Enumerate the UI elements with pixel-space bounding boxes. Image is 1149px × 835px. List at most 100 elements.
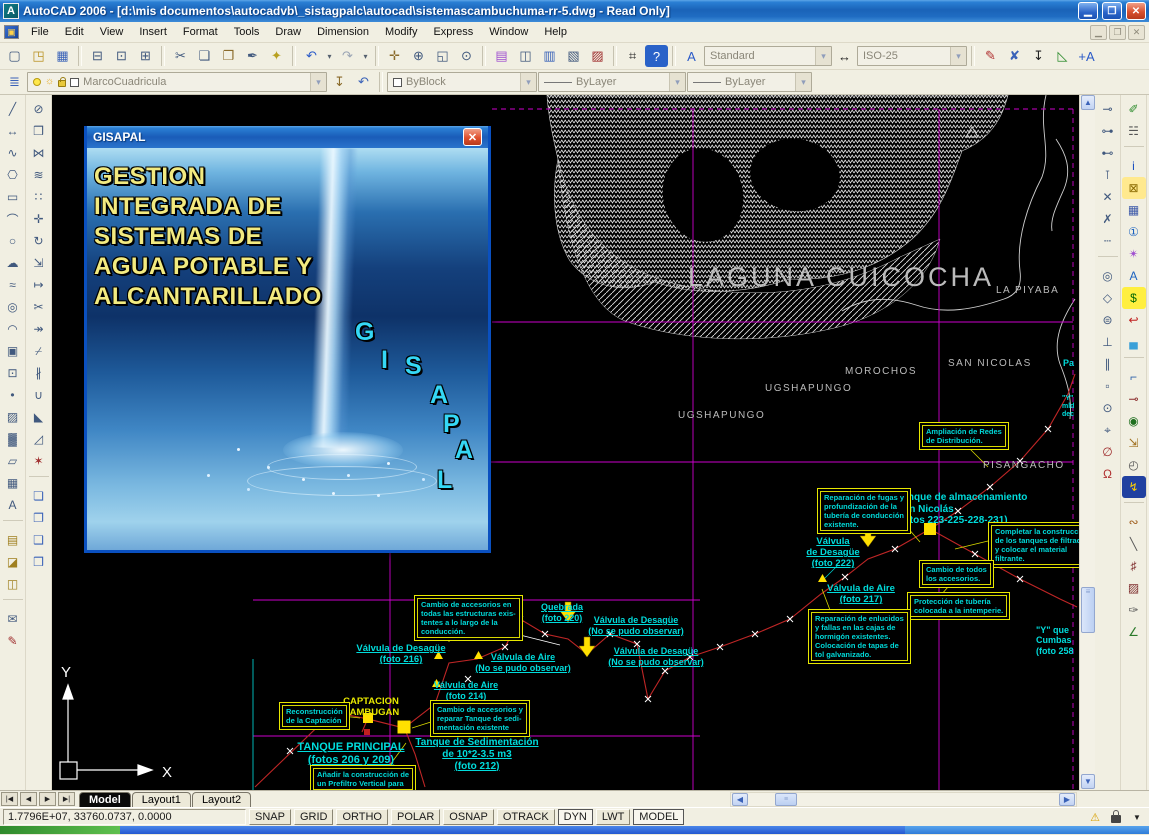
layer-properties-manager-button[interactable]: ≣	[3, 71, 26, 93]
color-combo[interactable]: ByBlock ▾	[387, 72, 537, 92]
draworder-tool-3[interactable]: ◫	[1, 573, 25, 595]
rectangle-tool[interactable]: ▭	[1, 186, 25, 208]
toggle-dyn[interactable]: DYN	[557, 809, 593, 825]
tab-last-icon[interactable]: ▶|	[58, 792, 75, 806]
dim-update-button[interactable]: ↧	[1027, 45, 1050, 67]
break-tool[interactable]: ∦	[27, 362, 51, 384]
text-style-combo[interactable]: Standard ▾	[704, 46, 832, 66]
undo-dropdown[interactable]: ▾	[324, 45, 335, 67]
snap-node-tool[interactable]: ⊙	[1096, 397, 1120, 419]
scroll-down-icon[interactable]: ▼	[1081, 774, 1095, 789]
clean-tool-icon[interactable]: ☵	[1122, 120, 1146, 142]
lineweight-combo[interactable]: ByLayer ▾	[687, 72, 812, 92]
join-tool[interactable]: ∪	[27, 384, 51, 406]
mirror-tool[interactable]: ⋈	[27, 142, 51, 164]
pan-button[interactable]: ✛	[383, 45, 406, 67]
toolbar-lock-icon[interactable]	[1107, 809, 1125, 825]
break-at-point-tool[interactable]: ⌿	[27, 340, 51, 362]
info-icon[interactable]: i	[1122, 155, 1146, 177]
trim-tool[interactable]: ✂	[27, 296, 51, 318]
bring-above-tool[interactable]: ❑	[27, 529, 51, 551]
red-arrow-icon[interactable]: ↩	[1122, 309, 1146, 331]
polyline-tool[interactable]: ∿	[1, 142, 25, 164]
draworder-tool-1[interactable]: ▤	[1, 529, 25, 551]
horizontal-scrollbar[interactable]: ◀ ≡ ▶	[730, 792, 1077, 807]
gisapal-close-icon[interactable]: ✕	[463, 128, 482, 146]
scroll-right-icon[interactable]: ▶	[1059, 793, 1075, 806]
menu-item-help[interactable]: Help	[536, 24, 575, 40]
start-button-edge[interactable]	[0, 826, 120, 834]
chevron-down-icon[interactable]: ▾	[950, 47, 966, 65]
explode-tool[interactable]: ✶	[27, 450, 51, 472]
text-style-manager-button[interactable]: A	[680, 45, 703, 67]
polygon-tool[interactable]: ⎔	[1, 164, 25, 186]
snap-from-tool[interactable]: ⊶	[1096, 120, 1120, 142]
plot-preview-button[interactable]: ⊡	[110, 45, 133, 67]
dollar-icon[interactable]: $	[1121, 287, 1146, 309]
zoom-previous-button[interactable]: ⊙	[455, 45, 478, 67]
fillet-tool[interactable]: ◿	[27, 428, 51, 450]
table-icon[interactable]: ▦	[1122, 199, 1146, 221]
menu-item-draw[interactable]: Draw	[267, 24, 309, 40]
dim-style-manager-button[interactable]: ↔	[833, 45, 856, 67]
insert-block-tool[interactable]: ▣	[1, 340, 25, 362]
paste-button[interactable]: ❐	[217, 45, 240, 67]
minimize-button[interactable]: ▁	[1078, 2, 1098, 20]
ellipse-arc-tool[interactable]: ◠	[1, 318, 25, 340]
spline-tool[interactable]: ≈	[1, 274, 25, 296]
scroll-left-icon[interactable]: ◀	[732, 793, 748, 806]
dim-text-edit-button[interactable]: ✘	[1003, 45, 1026, 67]
tab-layout1[interactable]: Layout1	[131, 792, 191, 807]
zoom-window-button[interactable]: ◱	[431, 45, 454, 67]
mtext-tool[interactable]: A	[1, 494, 25, 516]
menu-item-express[interactable]: Express	[425, 24, 481, 40]
communication-center-icon[interactable]: ⚠	[1086, 809, 1104, 825]
cut-button[interactable]: ✂	[169, 45, 192, 67]
chevron-down-icon[interactable]: ▾	[795, 73, 811, 91]
status-menu-chevron-icon[interactable]: ▼	[1128, 809, 1146, 825]
toggle-osnap[interactable]: OSNAP	[443, 809, 494, 825]
line-tool[interactable]: ╱	[1, 98, 25, 120]
move-tool[interactable]: ✛	[27, 208, 51, 230]
help-button[interactable]: ?	[645, 45, 668, 67]
dim-edit-button[interactable]: ✎	[979, 45, 1002, 67]
child-restore-button[interactable]: ❐	[1109, 24, 1126, 40]
arc-tool[interactable]: ⌒	[1, 208, 25, 230]
point-tool[interactable]: •	[1, 384, 25, 406]
inspect-icon[interactable]: ✑	[1122, 599, 1146, 621]
gradient-tool[interactable]: ▓	[1, 428, 25, 450]
tab-layout2[interactable]: Layout2	[191, 792, 252, 807]
erase-tool[interactable]: ⊘	[27, 98, 51, 120]
plot-button[interactable]: ⊟	[86, 45, 109, 67]
redline-tool[interactable]: ✎	[1, 630, 25, 652]
toggle-ortho[interactable]: ORTHO	[336, 809, 388, 825]
rotate-tool[interactable]: ↻	[27, 230, 51, 252]
hose-icon[interactable]: ∾	[1122, 511, 1146, 533]
layer-combo[interactable]: ☼ MarcoCuadricula ▾	[27, 72, 327, 92]
osnap-settings-tool[interactable]: Ω	[1096, 463, 1120, 485]
menu-item-insert[interactable]: Insert	[131, 24, 175, 40]
toggle-model[interactable]: MODEL	[633, 809, 685, 825]
dim-jog-button[interactable]: ◺	[1051, 45, 1074, 67]
publish-button[interactable]: ⊞	[134, 45, 157, 67]
scroll-up-icon[interactable]: ▲	[1081, 95, 1095, 110]
quickcalc-button[interactable]: ⌗	[621, 45, 644, 67]
match-properties-button[interactable]: ✒	[241, 45, 264, 67]
tab-model[interactable]: Model	[79, 792, 131, 807]
snap-nearest-tool[interactable]: ⌖	[1096, 419, 1120, 441]
temporary-track-point-tool[interactable]: ⊸	[1096, 98, 1120, 120]
lock-icon[interactable]: ⊠	[1121, 177, 1146, 199]
region-tool[interactable]: ▱	[1, 450, 25, 472]
menu-item-file[interactable]: File	[23, 24, 57, 40]
send-under-tool[interactable]: ❒	[27, 551, 51, 573]
zoom-realtime-button[interactable]: ⊕	[407, 45, 430, 67]
lightning-icon[interactable]: ↯	[1121, 476, 1146, 498]
circle-tool[interactable]: ○	[1, 230, 25, 252]
coordinate-readout[interactable]: 1.7796E+07, 33760.0737, 0.0000	[3, 809, 246, 825]
copy-object-tool[interactable]: ❒	[27, 120, 51, 142]
snap-none-tool[interactable]: ∅	[1096, 441, 1120, 463]
child-close-button[interactable]: ✕	[1128, 24, 1145, 40]
landscape-icon[interactable]: ▄	[1122, 331, 1146, 353]
plan-icon[interactable]: ⇲	[1122, 432, 1146, 454]
menu-item-format[interactable]: Format	[175, 24, 226, 40]
